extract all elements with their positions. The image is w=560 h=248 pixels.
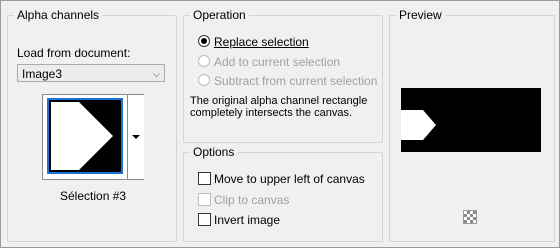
alpha-channel-thumbnail-picker[interactable] bbox=[42, 94, 144, 180]
clip-to-canvas-label: Clip to canvas bbox=[214, 193, 290, 207]
invert-image-label: Invert image bbox=[214, 213, 281, 227]
checkbox[interactable] bbox=[198, 213, 211, 226]
checkerboard-icon[interactable] bbox=[463, 210, 477, 224]
move-to-upper-left-label: Move to upper left of canvas bbox=[214, 172, 365, 186]
checkbox[interactable] bbox=[198, 172, 211, 185]
selection-caption: Sélection #3 bbox=[60, 189, 127, 203]
preview-arrow-shape bbox=[401, 110, 436, 140]
subtract-selection-label: Subtract from current selection bbox=[214, 74, 378, 88]
alpha-channels-title: Alpha channels bbox=[14, 8, 103, 23]
radio-button[interactable] bbox=[198, 55, 210, 67]
preview-canvas bbox=[401, 88, 541, 152]
radio-selected-dot bbox=[201, 38, 207, 44]
load-from-document-label: Load from document: bbox=[17, 46, 131, 60]
add-selection-label: Add to current selection bbox=[214, 55, 341, 69]
triangle-down-icon bbox=[132, 135, 140, 139]
radio-button[interactable] bbox=[198, 74, 210, 86]
replace-selection-label: Replace selection bbox=[214, 35, 309, 49]
chevron-down-icon[interactable]: ⌵ bbox=[153, 65, 160, 83]
alpha-channel-thumbnail[interactable] bbox=[47, 98, 123, 174]
radio-button[interactable] bbox=[198, 35, 210, 47]
operation-title: Operation bbox=[190, 8, 249, 23]
white-arrow-shape bbox=[51, 102, 113, 170]
preview-title: Preview bbox=[396, 8, 445, 23]
options-title: Options bbox=[190, 145, 238, 160]
checkbox[interactable] bbox=[198, 193, 211, 206]
document-select[interactable]: Image3 ⌵ bbox=[17, 64, 165, 82]
document-select-value: Image3 bbox=[22, 67, 63, 81]
operation-description: The original alpha channel rectangle com… bbox=[190, 95, 368, 119]
thumbnail-dropdown-button[interactable] bbox=[127, 95, 144, 179]
